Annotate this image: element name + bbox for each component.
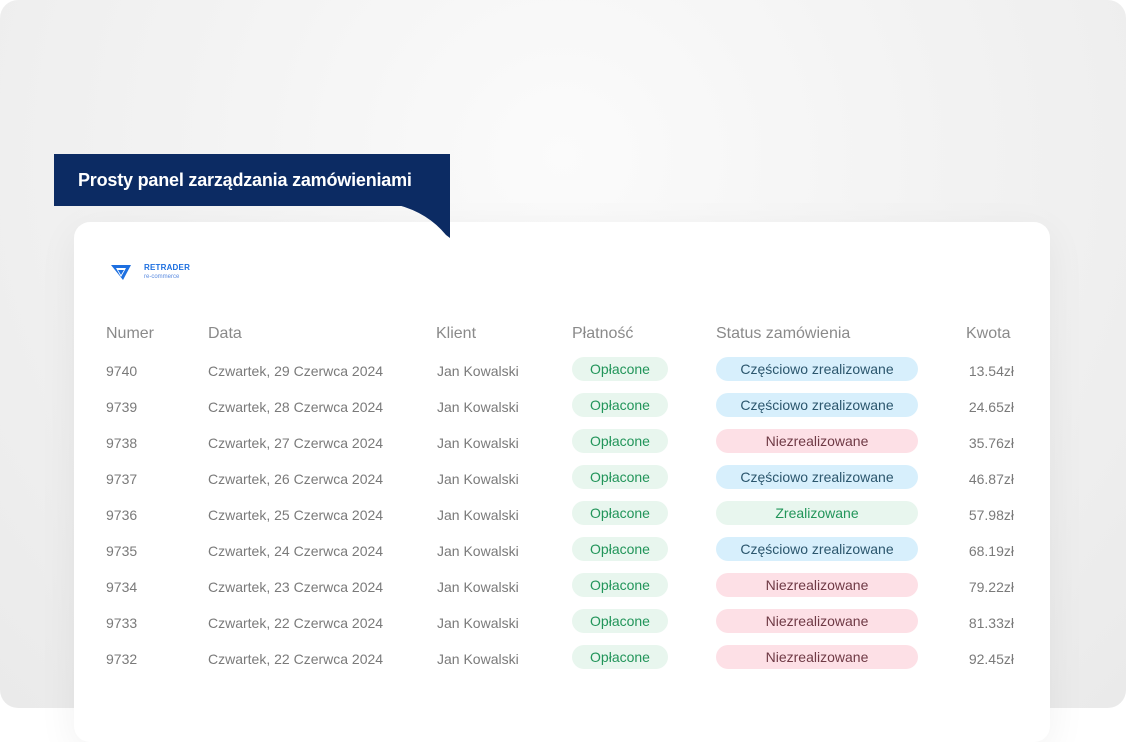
order-date: Czwartek, 27 Czerwca 2024 [208,435,384,451]
order-status-badge: Niezrealizowane [716,645,918,669]
order-status-badge: Niezrealizowane [716,429,918,453]
order-amount: 35.76zł [968,435,1014,451]
order-number: 9739 [106,399,138,415]
banner-fold-shape [398,205,450,238]
order-client: Jan Kowalski [437,651,519,667]
payment-status-badge: Opłacone [572,393,668,417]
payment-status-badge: Opłacone [572,609,668,633]
column-header-payment[interactable]: Płatność [572,325,633,343]
order-number: 9734 [106,579,138,595]
order-amount: 81.33zł [968,615,1014,631]
order-client: Jan Kowalski [437,471,519,487]
order-date: Czwartek, 29 Czerwca 2024 [208,363,384,379]
order-status-badge: Niezrealizowane [716,573,918,597]
order-amount: 46.87zł [968,471,1014,487]
order-number: 9736 [106,507,138,523]
payment-status-badge: Opłacone [572,537,668,561]
order-status-badge: Niezrealizowane [716,609,918,633]
order-amount: 57.98zł [968,507,1014,523]
order-amount: 24.65zł [968,399,1014,415]
order-status-badge: Częściowo zrealizowane [716,393,918,417]
order-status-badge: Zrealizowane [716,501,918,525]
payment-status-badge: Opłacone [572,357,668,381]
order-number: 9738 [106,435,138,451]
column-header-date[interactable]: Data [208,325,242,343]
order-client: Jan Kowalski [437,363,519,379]
order-date: Czwartek, 28 Czerwca 2024 [208,399,384,415]
payment-status-badge: Opłacone [572,429,668,453]
page-title: Prosty panel zarządzania zamówieniami [78,170,412,190]
order-client: Jan Kowalski [437,615,519,631]
order-date: Czwartek, 23 Czerwca 2024 [208,579,384,595]
column-header-client[interactable]: Klient [436,325,476,343]
order-client: Jan Kowalski [437,579,519,595]
column-header-amount[interactable]: Kwota [966,325,1010,343]
retrader-logo: RETRADER re-commerce [110,262,190,282]
order-date: Czwartek, 22 Czerwca 2024 [208,651,384,667]
order-status-badge: Częściowo zrealizowane [716,537,918,561]
order-number: 9737 [106,471,138,487]
retrader-logo-icon [111,265,131,280]
order-number: 9732 [106,651,138,667]
order-amount: 13.54zł [968,363,1014,379]
logo-name: RETRADER [144,263,191,272]
page-title-banner: Prosty panel zarządzania zamówieniami [54,154,450,206]
order-client: Jan Kowalski [437,435,519,451]
payment-status-badge: Opłacone [572,501,668,525]
column-header-status[interactable]: Status zamówienia [716,325,850,343]
order-client: Jan Kowalski [437,543,519,559]
order-number: 9733 [106,615,138,631]
order-client: Jan Kowalski [437,399,519,415]
order-status-badge: Częściowo zrealizowane [716,465,918,489]
payment-status-badge: Opłacone [572,573,668,597]
payment-status-badge: Opłacone [572,645,668,669]
column-header-number[interactable]: Numer [106,325,154,343]
order-number: 9740 [106,363,138,379]
logo-tagline: re-commerce [144,274,180,280]
order-number: 9735 [106,543,138,559]
order-amount: 79.22zł [968,579,1014,595]
order-client: Jan Kowalski [437,507,519,523]
order-date: Czwartek, 22 Czerwca 2024 [208,615,384,631]
order-date: Czwartek, 24 Czerwca 2024 [208,543,384,559]
order-amount: 92.45zł [968,651,1014,667]
order-amount: 68.19zł [968,543,1014,559]
order-date: Czwartek, 26 Czerwca 2024 [208,471,384,487]
order-date: Czwartek, 25 Czerwca 2024 [208,507,384,523]
order-status-badge: Częściowo zrealizowane [716,357,918,381]
payment-status-badge: Opłacone [572,465,668,489]
